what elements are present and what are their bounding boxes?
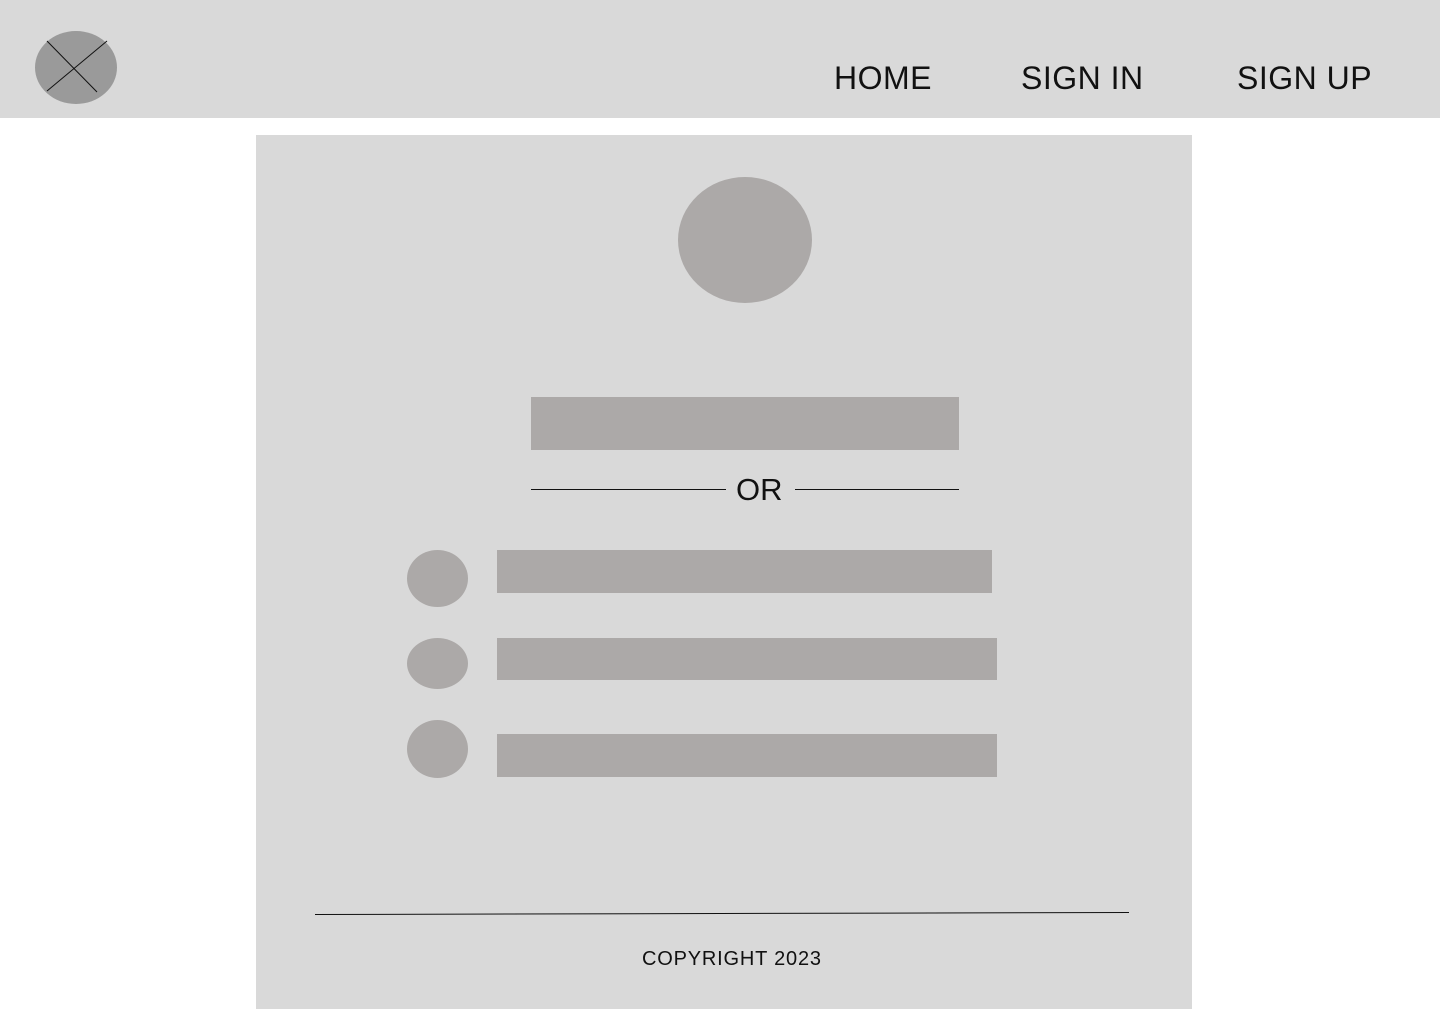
- sign-in-card: OR COPYRIGHT 2023: [256, 135, 1192, 1009]
- top-navigation-bar: HOME SIGN IN SIGN UP: [0, 0, 1440, 118]
- footer-divider: [314, 912, 1129, 915]
- provider-1-icon: [407, 550, 468, 607]
- provider-2-icon: [407, 638, 468, 689]
- copyright-text: COPYRIGHT 2023: [642, 948, 822, 970]
- placeholder-x-icon[interactable]: [35, 31, 117, 104]
- avatar-placeholder-icon: [678, 177, 812, 303]
- or-divider-text: OR: [736, 472, 783, 507]
- provider-3-icon: [407, 720, 468, 778]
- nav-sign-up-link[interactable]: SIGN UP: [1237, 58, 1372, 98]
- provider-3-button[interactable]: [497, 734, 997, 777]
- logo-image: [35, 31, 117, 104]
- or-divider-line-left: [531, 489, 726, 490]
- nav-sign-in-link[interactable]: SIGN IN: [1021, 58, 1144, 98]
- nav-home-link[interactable]: HOME: [834, 58, 932, 98]
- primary-sign-in-field[interactable]: [531, 397, 959, 450]
- provider-2-button[interactable]: [497, 638, 997, 680]
- or-divider-line-right: [795, 489, 959, 490]
- provider-1-button[interactable]: [497, 550, 992, 593]
